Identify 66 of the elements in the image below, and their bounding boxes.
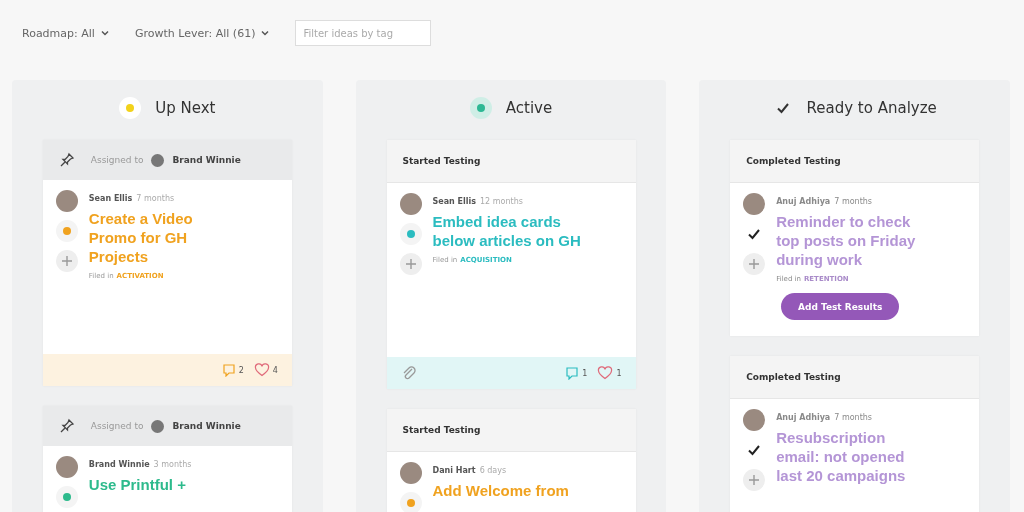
author-name: Sean Ellis [88, 194, 133, 203]
assignee-name: Brand Winnie [172, 155, 241, 165]
author-name: Sean Ellis [432, 197, 477, 206]
avatar-icon [743, 409, 766, 431]
plus-icon [405, 259, 416, 269]
caret-icon [261, 30, 270, 36]
post-time: 7 months [834, 197, 872, 206]
idea-title[interactable]: Use Printful + [88, 475, 239, 494]
comment-count: 1 [582, 368, 588, 378]
card-stage: Completed Testing [746, 372, 841, 382]
status-dot [55, 220, 78, 242]
avatar-icon [399, 193, 422, 215]
heart-icon [253, 363, 270, 377]
tag-filter-field[interactable]: Filter ideas by tag [295, 20, 432, 46]
add-button[interactable] [743, 469, 766, 491]
plus-icon [61, 256, 72, 266]
status-dot [55, 486, 78, 508]
author-name: Anuj Adhiya [776, 197, 831, 206]
pin-icon [58, 152, 75, 168]
plus-icon [749, 475, 760, 485]
post-time: 7 months [834, 413, 872, 422]
card-stage: Started Testing [402, 425, 481, 435]
avatar-icon [55, 456, 78, 478]
assigned-label: Assigned to [90, 155, 144, 165]
author-name: Anuj Adhiya [776, 413, 831, 422]
column-title: Ready to Analyze [806, 99, 937, 117]
assignee-name: Brand Winnie [172, 421, 241, 431]
author-name: Brand Winnie [88, 460, 150, 469]
idea-title[interactable]: Add Welcome from [432, 481, 583, 500]
like-count: 4 [272, 365, 278, 375]
card-stage: Started Testing [402, 156, 481, 166]
status-dot [399, 223, 422, 245]
column-title: Active [505, 99, 553, 117]
add-button[interactable] [743, 253, 766, 275]
status-dot [119, 97, 142, 119]
column-title: Up Next [155, 99, 216, 117]
idea-title[interactable]: Embed idea cards below articles on GH [432, 212, 583, 250]
avatar-icon [55, 190, 78, 212]
comment-count: 2 [238, 365, 244, 375]
pin-icon [58, 418, 75, 434]
avatar-icon [151, 153, 165, 167]
avatar-icon [151, 419, 165, 433]
post-time: 7 months [136, 194, 175, 203]
status-dot [469, 97, 492, 119]
card-stage: Completed Testing [746, 156, 841, 166]
avatar-icon [399, 462, 422, 484]
plus-icon [749, 259, 760, 269]
add-test-results-button[interactable]: Add Test Results [781, 293, 900, 320]
add-button[interactable] [55, 250, 78, 272]
idea-title[interactable]: Reminder to check top posts on Friday during work [776, 212, 927, 269]
post-time: 3 months [153, 460, 192, 469]
add-button[interactable] [399, 253, 422, 275]
caret-icon [100, 30, 109, 36]
avatar-icon [743, 193, 766, 215]
post-time: 6 days [479, 466, 507, 475]
comment-icon [565, 366, 580, 380]
heart-icon [597, 366, 614, 380]
idea-title[interactable]: Resubscription email: not opened last 20 campaigns [776, 428, 927, 485]
comment-icon [221, 363, 236, 377]
author-name: Dani Hart [432, 466, 476, 475]
assigned-label: Assigned to [90, 421, 144, 431]
filter-dropdown[interactable]: Growth Lever: All (61) [134, 26, 270, 40]
idea-title[interactable]: Create a Video Promo for GH Projects [88, 209, 239, 266]
like-count: 1 [616, 368, 622, 378]
filter-dropdown[interactable]: Roadmap: All [22, 26, 109, 40]
post-time: 12 months [480, 197, 523, 206]
